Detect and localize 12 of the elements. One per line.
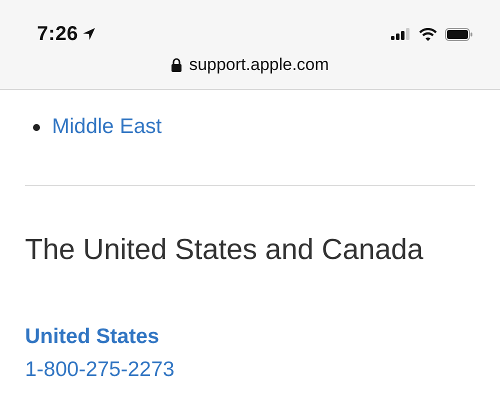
country-link[interactable]: United States: [25, 325, 475, 349]
region-link[interactable]: Middle East: [52, 115, 162, 139]
section-heading: The United States and Canada: [25, 233, 424, 267]
wifi-icon: [419, 28, 437, 40]
battery-icon: [445, 28, 473, 40]
clock-time: 7:26: [37, 22, 78, 46]
phone-link[interactable]: 1-800-275-2273: [25, 358, 475, 382]
lock-icon: [171, 58, 182, 72]
bullet-icon: [33, 124, 40, 130]
url-text[interactable]: support.apple.com: [189, 55, 329, 75]
signal-icon: [391, 28, 411, 40]
location-arrow-icon: [82, 27, 96, 41]
